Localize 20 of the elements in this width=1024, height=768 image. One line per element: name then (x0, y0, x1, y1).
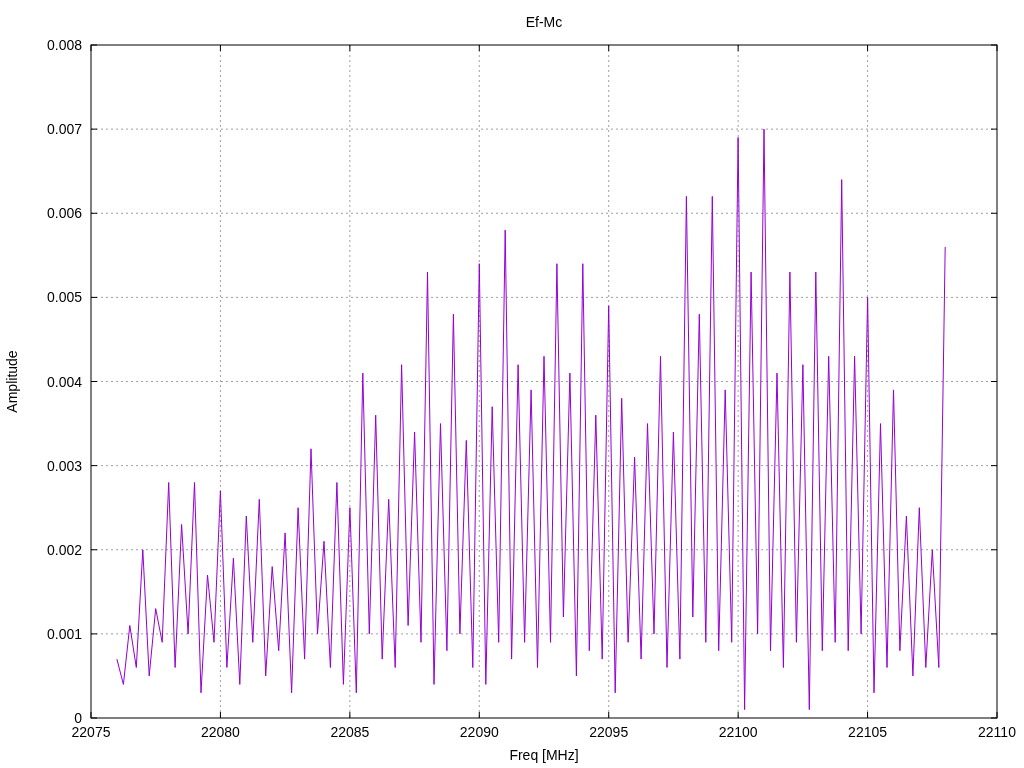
y-tick-label: 0.004 (46, 373, 82, 390)
x-tick-label: 22075 (71, 724, 111, 740)
chart-title: Ef-Mc (525, 14, 563, 30)
x-tick-label: 22090 (459, 724, 499, 740)
y-tick-label: 0.002 (46, 541, 82, 558)
y-tick-label: 0.001 (46, 625, 82, 642)
x-tick-label: 22085 (330, 724, 370, 740)
x-tick-label: 22080 (200, 724, 240, 740)
x-tick-label: 22105 (848, 724, 888, 740)
y-axis-label: Amplitude (4, 350, 20, 413)
y-tick-label: 0.006 (46, 205, 82, 222)
y-tick-label: 0.008 (46, 37, 82, 53)
x-axis-label: Freq [MHz] (509, 747, 579, 763)
y-tick-label: 0.005 (46, 289, 82, 306)
x-tick-label: 22100 (718, 724, 758, 740)
y-tick-label: 0 (74, 710, 82, 726)
y-tick-label: 0.007 (46, 121, 82, 138)
x-tick-label: 22110 (978, 724, 1016, 740)
x-tick-label: 22095 (589, 724, 629, 740)
y-tick-label: 0.003 (46, 457, 82, 474)
